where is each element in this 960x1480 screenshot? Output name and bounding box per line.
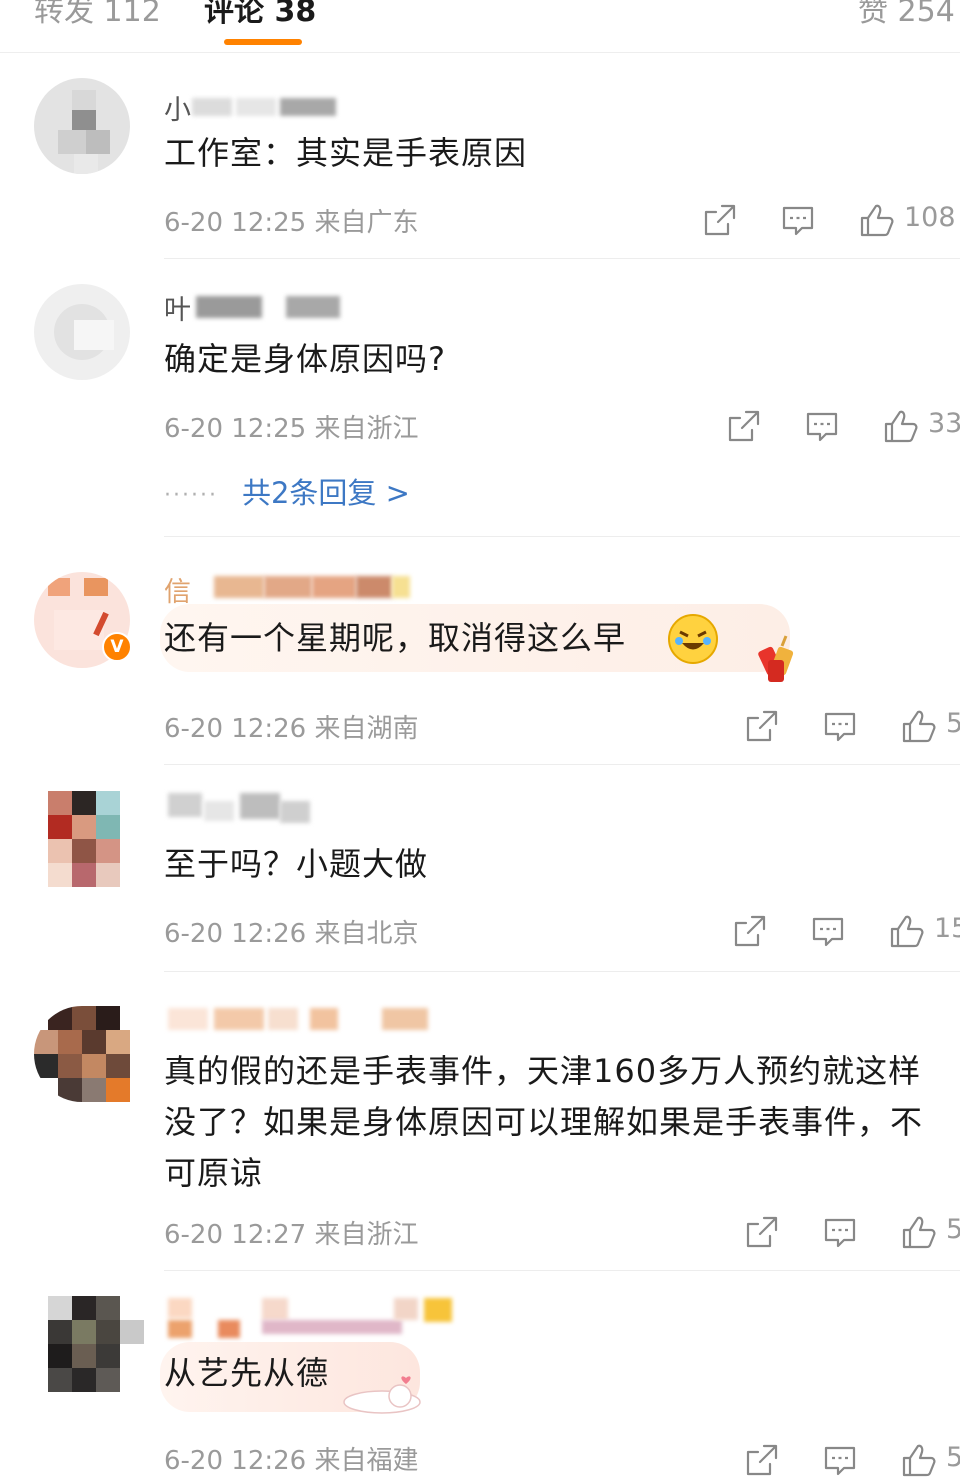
comment-actions: 5 [742, 1212, 960, 1252]
share-icon[interactable] [700, 200, 740, 240]
thumbs-up-icon[interactable] [898, 1212, 938, 1252]
comment-location: 来自湖南 [314, 714, 419, 744]
tab-bar: 转发 112 评论 38 赞 254 [0, 0, 960, 53]
comment-actions: 108 [700, 200, 960, 240]
thumbs-up-icon[interactable] [880, 406, 920, 446]
username[interactable]: 信 [164, 572, 424, 608]
share-icon[interactable] [724, 406, 764, 446]
username[interactable]: 小 [164, 90, 344, 126]
avatar[interactable] [34, 284, 130, 380]
comment-item: 叶 确定是身体原因吗? 6-20 12:25 来自浙江 33 ······ 共2条… [0, 260, 960, 538]
thumbs-up-icon[interactable] [886, 911, 926, 951]
username-visible-char: 叶 [164, 295, 191, 326]
share-icon[interactable] [742, 1212, 782, 1252]
comment-meta: 6-20 12:26 来自福建 [164, 1440, 418, 1477]
like-count: 33 [928, 408, 960, 439]
username[interactable] [164, 791, 324, 823]
comment-time: 6-20 12:26 [164, 1446, 307, 1476]
comment-text: 真的假的还是手表事件，天津160多万人预约就这样没了？如果是身体原因可以理解如果… [164, 1052, 924, 1192]
comment-location: 来自浙江 [314, 414, 419, 444]
comment-text: 从艺先从德 [164, 1354, 330, 1392]
tab-reposts[interactable]: 转发 112 [34, 0, 161, 30]
comment-location: 来自北京 [314, 919, 419, 949]
username[interactable] [164, 1006, 434, 1036]
comment-item: 真的假的还是手表事件，天津160多万人预约就这样没了？如果是身体原因可以理解如果… [0, 972, 960, 1272]
like-count: 5 [946, 708, 960, 739]
thumbs-up-icon[interactable] [898, 1440, 938, 1480]
view-replies-link[interactable]: ······ 共2条回复 > [164, 470, 410, 512]
comment-divider [164, 536, 960, 537]
comment-location: 来自广东 [314, 208, 419, 238]
avatar[interactable] [48, 791, 144, 887]
comment-item: 从艺先从德 6-20 12:26 来自福建 5 [0, 1272, 960, 1477]
username[interactable]: 叶 [164, 290, 344, 326]
sleeping-cat-sticker-icon [343, 1376, 421, 1414]
comment-icon[interactable] [778, 200, 818, 240]
avatar[interactable] [34, 78, 130, 174]
username-visible-char: 小 [164, 95, 191, 126]
like-count: 5 [946, 1214, 960, 1245]
comment-actions: 33 [724, 406, 960, 446]
comment-divider [164, 1270, 960, 1271]
tab-comments[interactable]: 评论 38 [204, 0, 316, 30]
like-count: 5 [946, 1442, 960, 1473]
like-count: 15 [934, 913, 960, 944]
comment-text: 至于吗？小题大做 [164, 845, 429, 883]
comment-text: 还有一个星期呢，取消得这么早 [164, 619, 627, 657]
like-count: 108 [904, 202, 956, 233]
comment-time: 6-20 12:26 [164, 919, 307, 949]
comment-time: 6-20 12:26 [164, 714, 307, 744]
comment-item: V 信 还有一个星期呢，取消得这么早 6-20 12:26 来自湖南 5 [0, 538, 960, 765]
comment-icon[interactable] [820, 1212, 860, 1252]
avatar[interactable] [48, 1296, 144, 1392]
share-icon[interactable] [742, 706, 782, 746]
comment-meta: 6-20 12:26 来自北京 [164, 913, 418, 950]
share-icon[interactable] [742, 1440, 782, 1480]
comment-actions: 15 [730, 911, 960, 951]
comment-meta: 6-20 12:25 来自浙江 [164, 408, 418, 445]
comment-actions: 5 [742, 1440, 960, 1480]
comment-item: 小 工作室：其实是手表原因 6-20 12:25 来自广东 108 [0, 60, 960, 260]
comment-location: 来自浙江 [314, 1220, 419, 1250]
comment-text: 工作室：其实是手表原因 [164, 134, 528, 172]
comment-actions: 5 [742, 706, 960, 746]
verified-badge: V [102, 632, 132, 662]
comment-icon[interactable] [802, 406, 842, 446]
comment-time: 6-20 12:25 [164, 414, 307, 444]
comment-meta: 6-20 12:27 来自浙江 [164, 1214, 418, 1251]
active-tab-indicator [224, 39, 302, 45]
tab-likes[interactable]: 赞 254 [858, 0, 955, 30]
firecracker-decoration-icon [758, 635, 794, 682]
thumbs-up-icon[interactable] [898, 706, 938, 746]
avatar[interactable] [34, 1006, 130, 1102]
username[interactable] [164, 1294, 464, 1338]
replies-label: 共2条回复 > [241, 476, 410, 510]
comment-meta: 6-20 12:25 来自广东 [164, 202, 418, 239]
comment-text: 确定是身体原因吗? [164, 340, 446, 378]
laughing-emoji-icon [668, 614, 718, 664]
comment-meta: 6-20 12:26 来自湖南 [164, 708, 418, 745]
thumbs-up-icon[interactable] [856, 200, 896, 240]
share-icon[interactable] [730, 911, 770, 951]
comment-time: 6-20 12:27 [164, 1220, 307, 1250]
comment-item: 至于吗？小题大做 6-20 12:26 来自北京 15 [0, 765, 960, 972]
comment-time: 6-20 12:25 [164, 208, 307, 238]
comment-divider [164, 258, 960, 259]
comment-icon[interactable] [808, 911, 848, 951]
comment-icon[interactable] [820, 706, 860, 746]
comment-location: 来自福建 [314, 1446, 419, 1476]
comment-icon[interactable] [820, 1440, 860, 1480]
